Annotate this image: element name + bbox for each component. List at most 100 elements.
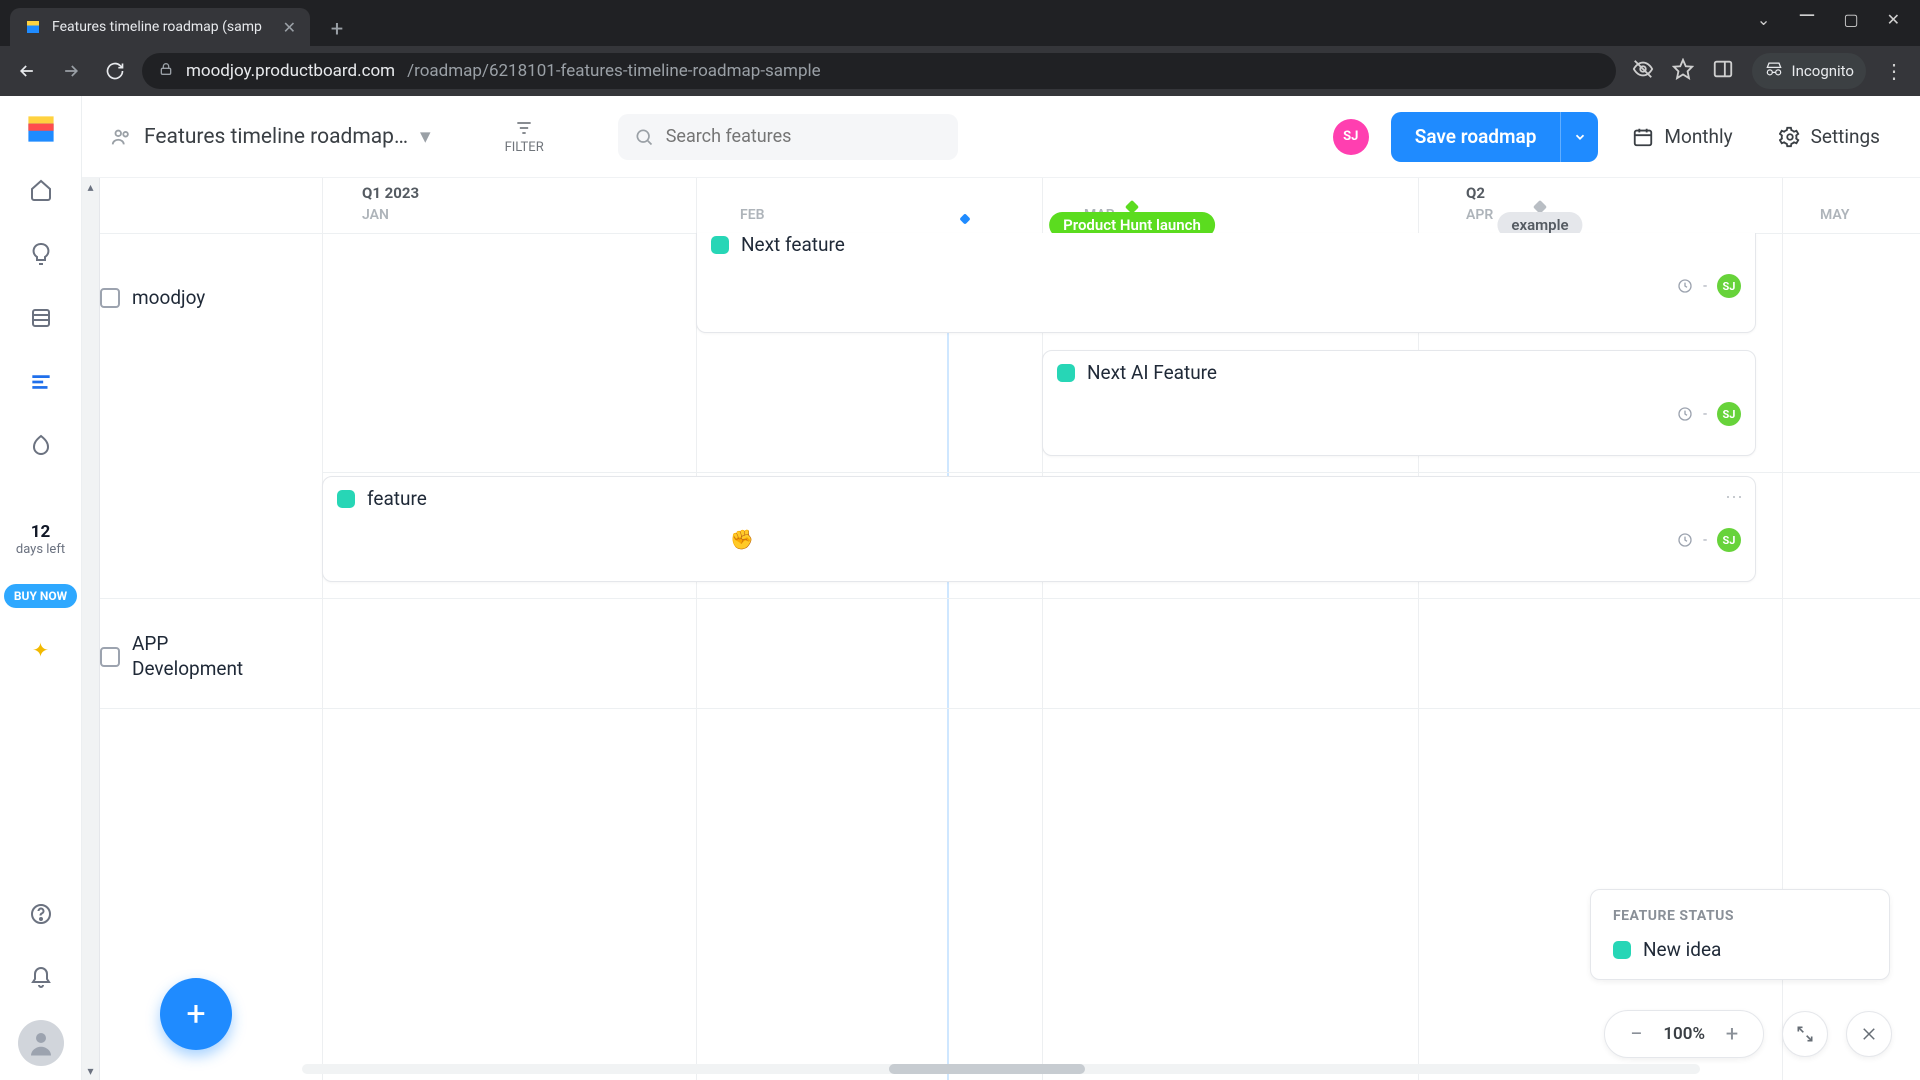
zoom-out-button[interactable]: − — [1623, 1021, 1649, 1047]
eye-off-icon[interactable] — [1632, 58, 1654, 84]
filter-button[interactable]: FILTER — [505, 118, 544, 155]
clock-icon — [1677, 406, 1693, 422]
month-feb: FEB — [740, 207, 764, 223]
legend-title: FEATURE STATUS — [1613, 908, 1867, 924]
vertical-scrollbar[interactable]: ▴ ▾ — [82, 178, 100, 1080]
fullscreen-button[interactable] — [1782, 1011, 1828, 1057]
save-dropdown-button[interactable] — [1560, 112, 1598, 162]
group-label-text: APP Development — [132, 632, 272, 681]
legend-swatch-icon — [1613, 941, 1631, 959]
notifications-icon[interactable] — [19, 956, 63, 1000]
sparkle-icon[interactable]: ✦ — [19, 628, 63, 672]
chevron-down-icon[interactable]: ▾ — [420, 124, 431, 149]
app-logo-icon[interactable] — [22, 110, 60, 148]
zoom-controls: − 100% + — [1604, 1010, 1892, 1058]
search-icon — [634, 127, 654, 147]
user-chip[interactable]: SJ — [1333, 119, 1369, 155]
legend-item-label: New idea — [1643, 938, 1721, 961]
group-app-dev[interactable]: APP Development — [100, 632, 272, 681]
left-rail: 12 days left BUY NOW ✦ — [0, 96, 82, 1080]
breadcrumb-title: Features timeline roadmap… — [144, 125, 408, 149]
incognito-icon — [1764, 59, 1784, 83]
card-date: - — [1703, 278, 1707, 294]
nav-insights-icon[interactable] — [19, 232, 63, 276]
lock-icon — [158, 61, 174, 82]
nav-features-icon[interactable] — [19, 296, 63, 340]
window-maximize-icon[interactable]: ▢ — [1843, 10, 1858, 35]
horizontal-scrollbar[interactable] — [302, 1064, 1700, 1074]
status-chip-icon — [711, 236, 729, 254]
nav-roadmap-icon[interactable] — [19, 360, 63, 404]
breadcrumb[interactable]: Features timeline roadmap… ▾ — [110, 124, 431, 149]
incognito-badge[interactable]: Incognito — [1752, 53, 1866, 89]
assignee-avatar[interactable]: SJ — [1717, 528, 1741, 552]
scroll-down-icon[interactable]: ▾ — [87, 1064, 93, 1078]
search-input[interactable] — [618, 114, 958, 160]
browser-tab[interactable]: Features timeline roadmap (samp ✕ — [10, 8, 310, 46]
assignee-avatar[interactable]: SJ — [1717, 402, 1741, 426]
scroll-up-icon[interactable]: ▴ — [87, 180, 93, 194]
tab-favicon-icon — [24, 18, 42, 36]
new-tab-button[interactable]: + — [320, 12, 354, 46]
legend-item-new-idea: New idea — [1613, 938, 1867, 961]
view-mode-button[interactable]: Monthly — [1620, 112, 1744, 162]
group-box-icon — [100, 288, 120, 308]
feature-card-next-ai[interactable]: Next AI Feature - SJ — [1042, 350, 1756, 456]
month-apr: APR — [1466, 207, 1493, 223]
nav-portal-icon[interactable] — [19, 424, 63, 468]
address-bar[interactable]: moodjoy.productboard.com/roadmap/6218101… — [142, 53, 1616, 89]
browser-tab-strip: Features timeline roadmap (samp ✕ + ⌄ — … — [0, 0, 1920, 46]
assignee-avatar[interactable]: SJ — [1717, 274, 1741, 298]
group-moodjoy[interactable]: moodjoy — [100, 286, 205, 309]
add-feature-fab[interactable]: + — [160, 978, 232, 1050]
card-date: - — [1703, 532, 1707, 548]
window-minimize-icon[interactable]: — — [1798, 4, 1815, 29]
card-more-icon[interactable]: ⋯ — [1725, 487, 1745, 508]
feature-card-title: Next AI Feature — [1087, 361, 1217, 384]
feature-card-feature[interactable]: feature ⋯ - SJ — [322, 476, 1756, 582]
quarter-label-q1: Q1 2023 — [362, 184, 419, 202]
feature-card-title: feature — [367, 487, 427, 510]
filter-icon — [514, 118, 534, 138]
group-box-icon — [100, 647, 120, 667]
clock-icon — [1677, 532, 1693, 548]
status-chip-icon — [1057, 364, 1075, 382]
nav-home-icon[interactable] — [19, 168, 63, 212]
close-panel-button[interactable] — [1846, 1011, 1892, 1057]
feature-card-next-feature[interactable]: Next feature - SJ — [696, 233, 1756, 333]
quarter-label-q2: Q2 — [1466, 184, 1485, 202]
kebab-icon[interactable]: ⋮ — [1884, 59, 1904, 83]
nav-reload-button[interactable] — [98, 54, 132, 88]
scrollbar-thumb[interactable] — [889, 1064, 1085, 1074]
nav-back-button[interactable] — [10, 54, 44, 88]
url-path: /roadmap/6218101-features-timeline-roadm… — [407, 61, 821, 81]
buy-now-button[interactable]: BUY NOW — [4, 584, 77, 608]
zoom-in-button[interactable]: + — [1719, 1021, 1745, 1047]
legend-card: FEATURE STATUS New idea — [1590, 889, 1890, 980]
save-roadmap-button[interactable]: Save roadmap — [1391, 112, 1561, 162]
topbar: Features timeline roadmap… ▾ FILTER SJ — [82, 96, 1920, 178]
clock-icon — [1677, 278, 1693, 294]
help-icon[interactable] — [19, 892, 63, 936]
feature-card-title: Next feature — [741, 233, 845, 256]
nav-forward-button[interactable] — [54, 54, 88, 88]
trial-counter: 12 days left — [16, 522, 65, 558]
card-date: - — [1703, 406, 1707, 422]
search-field[interactable] — [666, 126, 942, 147]
settings-button[interactable]: Settings — [1767, 112, 1892, 162]
user-avatar[interactable] — [18, 1020, 64, 1066]
star-icon[interactable] — [1672, 58, 1694, 84]
trial-days: 12 — [16, 522, 65, 542]
timeline-board[interactable]: ▴ ▾ Q1 2023 Q2 — [82, 178, 1920, 1080]
window-close-icon[interactable]: ✕ — [1887, 10, 1900, 35]
panel-icon[interactable] — [1712, 58, 1734, 84]
timeline-header: Q1 2023 Q2 JAN FEB MAR APR MAY — [100, 178, 1920, 234]
trial-days-label: days left — [16, 542, 65, 557]
month-may: MAY — [1820, 207, 1849, 223]
calendar-icon — [1632, 126, 1654, 148]
tab-title: Features timeline roadmap (samp — [52, 19, 273, 35]
caret-down-icon[interactable]: ⌄ — [1757, 10, 1770, 35]
filter-label: FILTER — [505, 140, 544, 155]
tab-close-icon[interactable]: ✕ — [283, 18, 296, 37]
group-label-text: moodjoy — [132, 286, 205, 309]
